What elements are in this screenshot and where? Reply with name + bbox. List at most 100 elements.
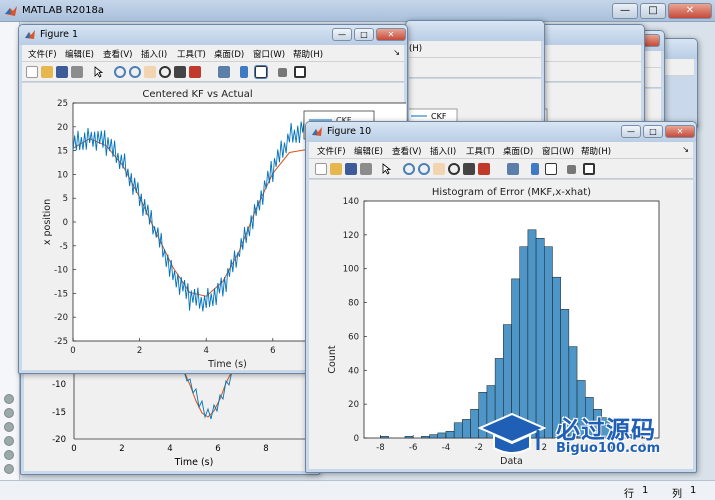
new-figure-icon[interactable]	[26, 66, 38, 78]
y-tick-label: 5	[63, 194, 68, 204]
histogram-bar	[453, 422, 463, 439]
hide-plot-tools-icon[interactable]	[567, 165, 576, 174]
link-plot-icon[interactable]	[218, 66, 230, 78]
menu-item-window[interactable]: 窗口(W)	[253, 48, 285, 60]
open-file-icon[interactable]	[41, 66, 53, 78]
histogram-bar	[437, 432, 447, 439]
histogram-bar	[380, 436, 389, 439]
minimize-button[interactable]: —	[612, 3, 638, 19]
figure10-close-button[interactable]: ✕	[665, 125, 695, 138]
y-tick-label: 10	[57, 170, 68, 180]
menu-item-help[interactable]: (H)	[409, 44, 422, 54]
colorbar-icon[interactable]	[531, 163, 539, 175]
y-tick-label: -15	[52, 408, 66, 418]
chart-title: Centered KF vs Actual	[142, 89, 252, 100]
figure10-maximize-button[interactable]: □	[643, 125, 663, 138]
close-button[interactable]: ✕	[668, 3, 712, 19]
y-tick-label: 40	[348, 366, 359, 376]
col-label: 列	[672, 489, 682, 500]
matlab-titlebar: MATLAB R2018a — □ ✕	[0, 0, 715, 22]
pan-icon[interactable]	[433, 163, 445, 175]
figure1-title: Figure 1	[40, 29, 79, 40]
menu-item-view[interactable]: 查看(V)	[103, 48, 132, 60]
matlab-logo-icon	[5, 6, 17, 16]
menu-item-insert[interactable]: 插入(I)	[430, 145, 456, 157]
x-tick-label: -4	[442, 443, 450, 453]
menu-item-desktop[interactable]: 桌面(D)	[214, 48, 244, 60]
save-icon[interactable]	[345, 163, 357, 175]
lower-plot: -10 -15 -20 0 2 4 6 8 Time (s)	[52, 371, 318, 468]
watermark-cn-text: 必过源码	[556, 416, 656, 444]
zoom-out-icon[interactable]	[418, 163, 430, 175]
hide-plot-tools-icon[interactable]	[278, 68, 287, 77]
pan-icon[interactable]	[144, 66, 156, 78]
menu-item-view[interactable]: 查看(V)	[392, 145, 421, 157]
y-tick-label: 100	[343, 265, 359, 275]
y-tick-label: 20	[57, 123, 68, 133]
zoom-in-icon[interactable]	[403, 163, 415, 175]
print-icon[interactable]	[360, 163, 372, 175]
y-tick-label: 20	[348, 400, 359, 410]
menu-item-edit[interactable]: 编辑(E)	[354, 145, 383, 157]
figure10-toolbar	[309, 159, 693, 179]
figure-icon	[25, 30, 35, 39]
histogram-bar	[462, 419, 471, 439]
x-tick-label: 4	[203, 346, 208, 356]
menu-dock-arrow-icon[interactable]: ↘	[393, 48, 400, 57]
workspace-var-icon	[4, 422, 14, 432]
legend-label: CKF	[431, 112, 447, 121]
show-plot-tools-icon[interactable]	[294, 66, 306, 78]
menu-item-file[interactable]: 文件(F)	[28, 48, 57, 60]
data-cursor-icon[interactable]	[463, 163, 475, 175]
brush-icon[interactable]	[189, 66, 201, 78]
print-icon[interactable]	[71, 66, 83, 78]
save-icon[interactable]	[56, 66, 68, 78]
zoom-out-icon[interactable]	[129, 66, 141, 78]
rotate-icon[interactable]	[159, 66, 171, 78]
menu-item-window[interactable]: 窗口(W)	[542, 145, 574, 157]
brush-icon[interactable]	[478, 163, 490, 175]
legend-icon[interactable]	[545, 163, 557, 175]
y-tick-label: 0	[354, 434, 359, 444]
menu-item-help[interactable]: 帮助(H)	[293, 48, 323, 60]
histogram-bar	[429, 434, 439, 439]
new-figure-icon[interactable]	[315, 163, 327, 175]
figure-titlebar	[406, 21, 544, 41]
rotate-icon[interactable]	[448, 163, 460, 175]
workspace-var-icon	[4, 464, 14, 474]
menu-item-tools[interactable]: 工具(T)	[177, 48, 206, 60]
graduation-cap-logo-icon	[478, 412, 546, 454]
pointer-icon[interactable]	[382, 163, 392, 175]
figure1-minimize-button[interactable]: —	[332, 28, 352, 41]
x-tick-label: -6	[409, 443, 417, 453]
maximize-button[interactable]: □	[640, 3, 666, 19]
menu-dock-arrow-icon[interactable]: ↘	[682, 145, 689, 154]
figure1-close-button[interactable]: ✕	[376, 28, 406, 41]
menu-item-desktop[interactable]: 桌面(D)	[503, 145, 533, 157]
menu-item-edit[interactable]: 编辑(E)	[65, 48, 94, 60]
y-tick-label: -15	[54, 289, 68, 299]
data-cursor-icon[interactable]	[174, 66, 186, 78]
menu-item-help[interactable]: 帮助(H)	[581, 145, 611, 157]
menu-item-insert[interactable]: 插入(I)	[141, 48, 167, 60]
show-plot-tools-icon[interactable]	[583, 163, 595, 175]
x-tick-label: 6	[215, 444, 220, 454]
open-file-icon[interactable]	[330, 163, 342, 175]
colorbar-icon[interactable]	[240, 66, 248, 78]
figure1-maximize-button[interactable]: □	[354, 28, 374, 41]
zoom-in-icon[interactable]	[114, 66, 126, 78]
figure-icon	[312, 127, 322, 136]
link-plot-icon[interactable]	[507, 163, 519, 175]
y-tick-label: 15	[57, 147, 68, 157]
watermark: 必过源码 Biguo100.com	[478, 408, 703, 468]
x-tick-label: 0	[70, 346, 75, 356]
histogram-bar	[527, 229, 537, 439]
figure10-title: Figure 10	[327, 126, 372, 137]
col-value: 1	[690, 485, 697, 496]
menu-item-tools[interactable]: 工具(T)	[466, 145, 495, 157]
figure10-minimize-button[interactable]: —	[621, 125, 641, 138]
row-label: 行	[624, 489, 634, 500]
legend-icon[interactable]	[254, 65, 268, 79]
menu-item-file[interactable]: 文件(F)	[317, 145, 346, 157]
pointer-icon[interactable]	[94, 66, 104, 78]
